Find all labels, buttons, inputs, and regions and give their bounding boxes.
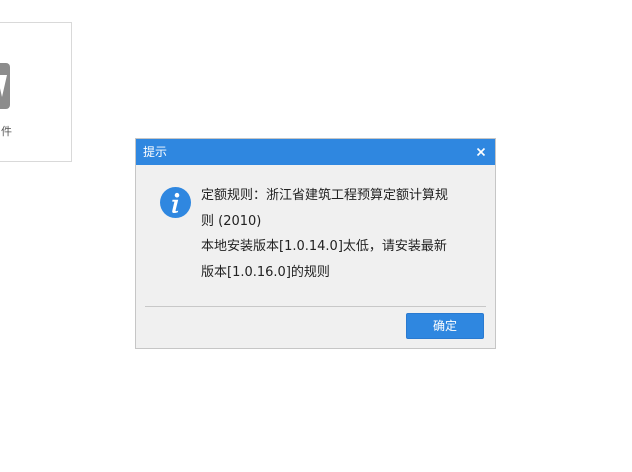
- ok-button[interactable]: 确定: [406, 313, 484, 339]
- background-card-label: 件: [1, 125, 12, 138]
- dialog-message: 定额规则：浙江省建筑工程预算定额计算规 则 (2010) 本地安装版本[1.0.…: [201, 183, 486, 285]
- close-icon: [476, 147, 486, 157]
- dialog-separator: [145, 306, 486, 307]
- message-line: 本地安装版本[1.0.14.0]太低，请安装最新: [201, 239, 447, 254]
- info-icon: [160, 187, 191, 218]
- document-app-icon: [0, 63, 10, 109]
- dialog-title: 提示: [143, 145, 168, 159]
- alert-dialog: 提示 定额规则：浙江省建筑工程预算定额计算规 则 (2010) 本地安装版本[1…: [135, 138, 496, 349]
- background-file-card[interactable]: 件: [0, 22, 72, 162]
- message-line: 则 (2010): [201, 213, 262, 229]
- message-line: 定额规则：浙江省建筑工程预算定额计算规: [201, 188, 449, 203]
- app-background: 件 提示 定额规则：浙江省建筑工程预算定额计算规 则 (2010) 本地安装版本…: [0, 0, 632, 472]
- close-button[interactable]: [471, 142, 491, 162]
- dialog-titlebar[interactable]: 提示: [136, 139, 495, 165]
- message-line: 版本[1.0.16.0]的规则: [201, 264, 330, 280]
